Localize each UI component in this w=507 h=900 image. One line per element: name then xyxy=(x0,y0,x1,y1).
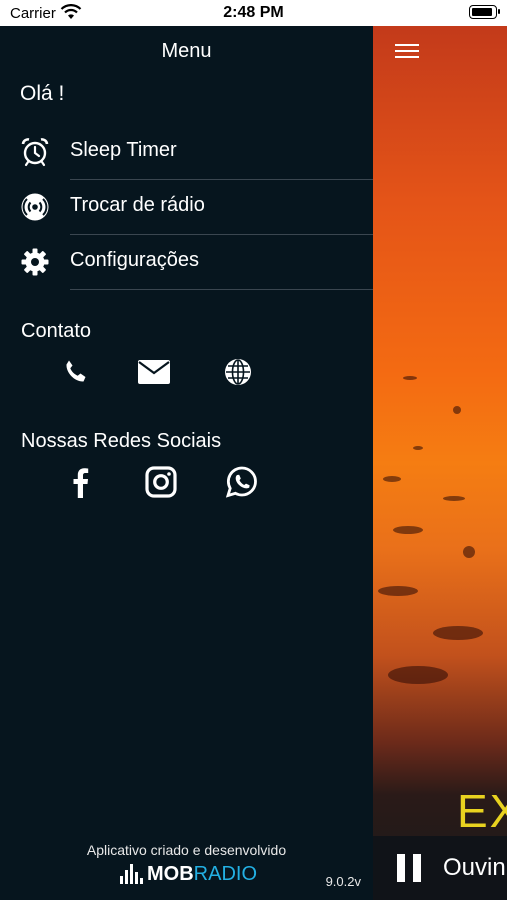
alarm-clock-icon xyxy=(21,138,49,167)
version-label: 9.0.2v xyxy=(325,874,361,889)
menu-item-label: Trocar de rádio xyxy=(70,194,205,216)
mobradio-logo: MOB RADIO xyxy=(120,860,257,888)
logo-bars-icon xyxy=(120,864,143,884)
email-icon xyxy=(138,360,170,384)
side-drawer: Menu Olá ! Sleep Timer Trocar de rádio C… xyxy=(0,26,373,900)
status-bar: Carrier 2:48 PM xyxy=(0,0,507,26)
radio-broadcast-icon xyxy=(21,193,49,221)
pause-button[interactable] xyxy=(397,854,421,882)
instagram-button[interactable] xyxy=(143,464,179,500)
social-section-title: Nossas Redes Sociais xyxy=(21,430,222,452)
logo-text-radio: RADIO xyxy=(193,862,258,885)
instagram-icon xyxy=(145,466,177,498)
clock: 2:48 PM xyxy=(223,4,284,21)
contact-section-title: Contato xyxy=(21,320,92,342)
divider xyxy=(70,289,373,290)
gear-icon xyxy=(21,248,49,276)
whatsapp-button[interactable] xyxy=(224,464,260,500)
main-screen: EX Ouvin xyxy=(373,26,507,900)
whatsapp-icon xyxy=(225,466,257,498)
email-button[interactable] xyxy=(136,354,172,390)
cover-art-text: EX xyxy=(457,785,507,837)
logo-text-mob: MOB xyxy=(147,862,194,885)
credit-text: Aplicativo criado e desenvolvido xyxy=(86,842,287,858)
phone-icon xyxy=(66,360,86,382)
menu-item-label: Configurações xyxy=(70,249,199,271)
menu-item-configuracoes[interactable]: Configurações xyxy=(0,235,373,290)
drawer-title: Menu xyxy=(161,40,212,62)
facebook-button[interactable] xyxy=(62,464,98,500)
phone-button[interactable] xyxy=(58,354,94,390)
player-status-label: Ouvin xyxy=(443,854,506,881)
battery-icon xyxy=(469,5,500,19)
menu-item-trocar-de-radio[interactable]: Trocar de rádio xyxy=(0,180,373,235)
hamburger-menu-button[interactable] xyxy=(395,44,419,62)
greeting: Olá ! xyxy=(20,82,65,105)
menu-item-sleep-timer[interactable]: Sleep Timer xyxy=(0,125,373,180)
player-bar: Ouvin xyxy=(373,836,507,900)
facebook-icon xyxy=(73,468,89,498)
website-button[interactable] xyxy=(220,354,256,390)
menu-item-label: Sleep Timer xyxy=(70,139,177,161)
globe-icon xyxy=(225,359,251,385)
